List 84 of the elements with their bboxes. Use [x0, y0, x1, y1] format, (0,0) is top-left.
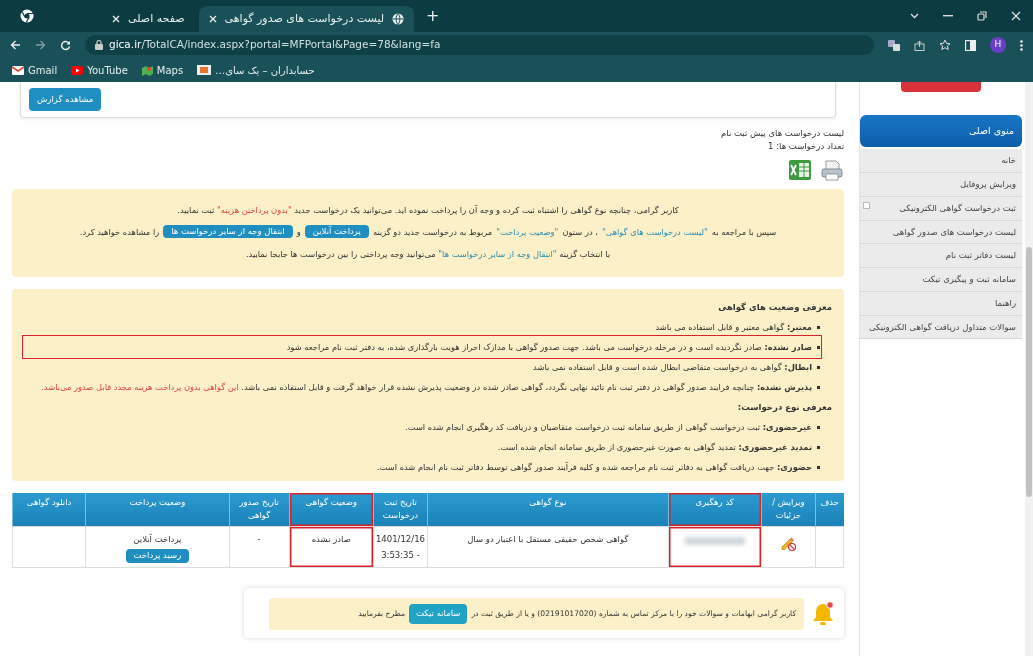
notice-text: ، در ستون	[562, 225, 598, 239]
column-header: کد رهگیری	[668, 492, 762, 527]
redacted-text	[684, 536, 745, 545]
menu-icon[interactable]	[1020, 39, 1023, 51]
excel-icon[interactable]	[788, 158, 812, 181]
column-header: نوع گواهی	[427, 492, 669, 527]
column-header: وضعیت پرداخت	[85, 492, 230, 527]
sidebar-item[interactable]: ثبت درخواست گواهی الکترونیکی	[860, 196, 1022, 221]
close-icon[interactable]	[1011, 11, 1021, 21]
legend-title: معرفی وضعیت های گواهی	[717, 300, 832, 314]
sidebar-item[interactable]: لیست دفاتر ثبت نام	[860, 244, 1022, 268]
minimize-icon[interactable]	[943, 15, 953, 17]
sidebar-item[interactable]: خانه	[860, 149, 1022, 173]
action-button[interactable]: پرداخت آنلاین	[304, 224, 369, 239]
globe-icon	[392, 13, 405, 25]
table-cell-text: 3:53:35 -	[380, 548, 421, 562]
table-cell: -	[257, 533, 261, 544]
legend-item: تمدید غیرحضوری: تمدید گواهی به صورت غیرحضوری از طریق سامانه انجام شده است.	[24, 436, 820, 457]
new-tab-button[interactable]: +	[426, 4, 440, 28]
scrollbar-thumb[interactable]	[1026, 247, 1032, 497]
legend-item: حضوری: جهت دریافت گواهی به دفاتر ثبت نام مراجعه شده و کلیه فرآیند صدور گواهی توسط دفاتر ثبت نام انجام شده است.	[24, 456, 820, 477]
bookmark[interactable]: Maps	[141, 62, 184, 78]
translate-icon[interactable]	[888, 39, 900, 51]
play-icon	[71, 65, 84, 75]
address-bar[interactable]: gica.ir/TotalCA/index.aspx?portal=MFPortal&Page=78&lang=fa	[85, 35, 874, 55]
site-icon	[197, 65, 212, 75]
notice-text: مربوط به درخواست جدید دو گزینه	[372, 225, 493, 239]
bell-icon	[812, 600, 834, 627]
browser-tab[interactable]: لیست درخواست های صدور گواهی	[198, 6, 415, 32]
close-icon[interactable]	[208, 15, 217, 23]
table-cell: گواهی شخص حقیقی مستقل با اعتبار دو سال	[467, 533, 629, 544]
column-header: تاریخ ثبت درخواست	[373, 492, 428, 527]
map-pin-icon	[141, 64, 153, 76]
bookmark[interactable]: Gmail	[12, 62, 58, 78]
column-header: حذف	[815, 492, 844, 527]
notice-text: و	[296, 225, 301, 239]
sidebar-item[interactable]: سامانه ثبت و پیگیری تیکت	[860, 268, 1022, 292]
column-header: ویرایش / جزئیات	[761, 492, 816, 527]
notice-text: سپس با مراجعه به	[711, 225, 777, 239]
legend-item: پذیرش نشده: چنانچه فرایند صدور گواهی در دفتر ثبت نام تائید نهایی نگردد، گواهی صادر شده در وضعیت پذیرش نشده قرار خواهد گرفت و قابل استفاده نمی باشد. این گواهی بدون پرداخت هزینه مجدد قابل صدور می‌باشد.	[24, 376, 820, 397]
legend-title: معرفی نوع درخواست:	[736, 400, 832, 415]
column-header: تاریخ صدور گواهی	[229, 492, 290, 527]
printer-icon[interactable]	[820, 158, 844, 181]
chrome-logo-icon[interactable]	[20, 9, 34, 23]
receipt-button[interactable]: رسید پرداخت	[125, 548, 190, 563]
notice-text: را مشاهده خواهید کرد.	[79, 225, 160, 239]
browser-tab[interactable]: صفحه اصلی	[102, 6, 195, 32]
table-cell-text: 1401/12/16	[375, 532, 425, 546]
back-icon[interactable]	[10, 40, 21, 50]
profile-avatar[interactable]: H	[990, 37, 1006, 53]
list-title: لیست درخواست های پیش ثبت نام	[720, 127, 844, 140]
legend-item: غیرحضوری: ثبت درخواست گواهی از طریق سامانه ثبت درخواست متقاضیان و دریافت کد رهگیری انجام شده است.	[24, 416, 820, 437]
notice-text: با انتخاب گزینه "انتقال وجه از سایر درخواست ها" می‌توانید وجه پرداختی را بین درخواست ها جابجا نمایید.	[244, 247, 612, 261]
notice-text: "وضعیت پرداخت"	[496, 225, 559, 239]
share-icon[interactable]	[914, 39, 925, 51]
column-header: وضعیت گواهی	[289, 492, 374, 527]
legend-item: معتبر: گواهی معتبر و قابل استفاده می باشد	[24, 316, 820, 337]
sidebar-item[interactable]: راهنما	[860, 291, 1022, 316]
sidebar-item[interactable]: سوالات متداول دریافت گواهی الکترونیکی	[860, 315, 1022, 340]
bookmark[interactable]: YouTube	[71, 62, 128, 78]
bookmark[interactable]: حسابداران – یک سای…	[197, 62, 315, 78]
legend-item: ابطال: گواهی به درخواست متقاضی ابطال شده است و قابل استفاده نمی باشد	[24, 356, 820, 377]
view-report-button[interactable]: مشاهده گزارش	[29, 88, 102, 111]
restore-icon[interactable]	[977, 11, 987, 21]
column-header: دانلود گواهی	[12, 492, 86, 527]
request-count: تعداد درخواست ها: 1	[767, 139, 844, 153]
sidebar-item[interactable]: لیست درخواست های صدور گواهی	[860, 220, 1022, 245]
notice-text: "لیست درخواست های گواهی"	[601, 225, 708, 239]
action-button[interactable]: انتقال وجه از سایر درخواست ها	[163, 224, 293, 239]
side-panel-icon[interactable]	[965, 39, 976, 51]
sidebar-header: منوی اصلی	[860, 115, 1022, 148]
reload-icon[interactable]	[60, 39, 71, 51]
sidebar-item[interactable]: ویرایش پروفایل	[860, 173, 1022, 197]
close-icon[interactable]	[112, 15, 120, 23]
chevron-down-icon[interactable]	[910, 13, 919, 19]
legend-item: صادر نشده: صادر نگردیده است و در مرحله درخواست می باشد. جهت صدور گواهی با مدارک احراز هویت بارگذاری شده، به دفتر ثبت نام مراجعه شود	[24, 336, 820, 357]
notice-text: کاربر گرامی، چنانچه نوع گواهی را اشتباه ثبت کرده و وجه آن را پرداخت نموده اید. می‌توانید یک درخواست جدید "بدون پرداختن هزینه" ثبت نمایید.	[176, 203, 680, 217]
mail-icon	[12, 65, 24, 75]
star-icon[interactable]	[939, 39, 951, 51]
forward-icon[interactable]	[35, 40, 46, 50]
url-text: gica.ir/TotalCA/index.aspx?portal=MFPortal&Page=78&lang=fa	[109, 37, 441, 53]
lock-icon[interactable]	[95, 40, 103, 50]
table-cell-text: پرداخت آنلاین	[132, 532, 183, 546]
table-cell: صادر نشده	[311, 533, 351, 544]
